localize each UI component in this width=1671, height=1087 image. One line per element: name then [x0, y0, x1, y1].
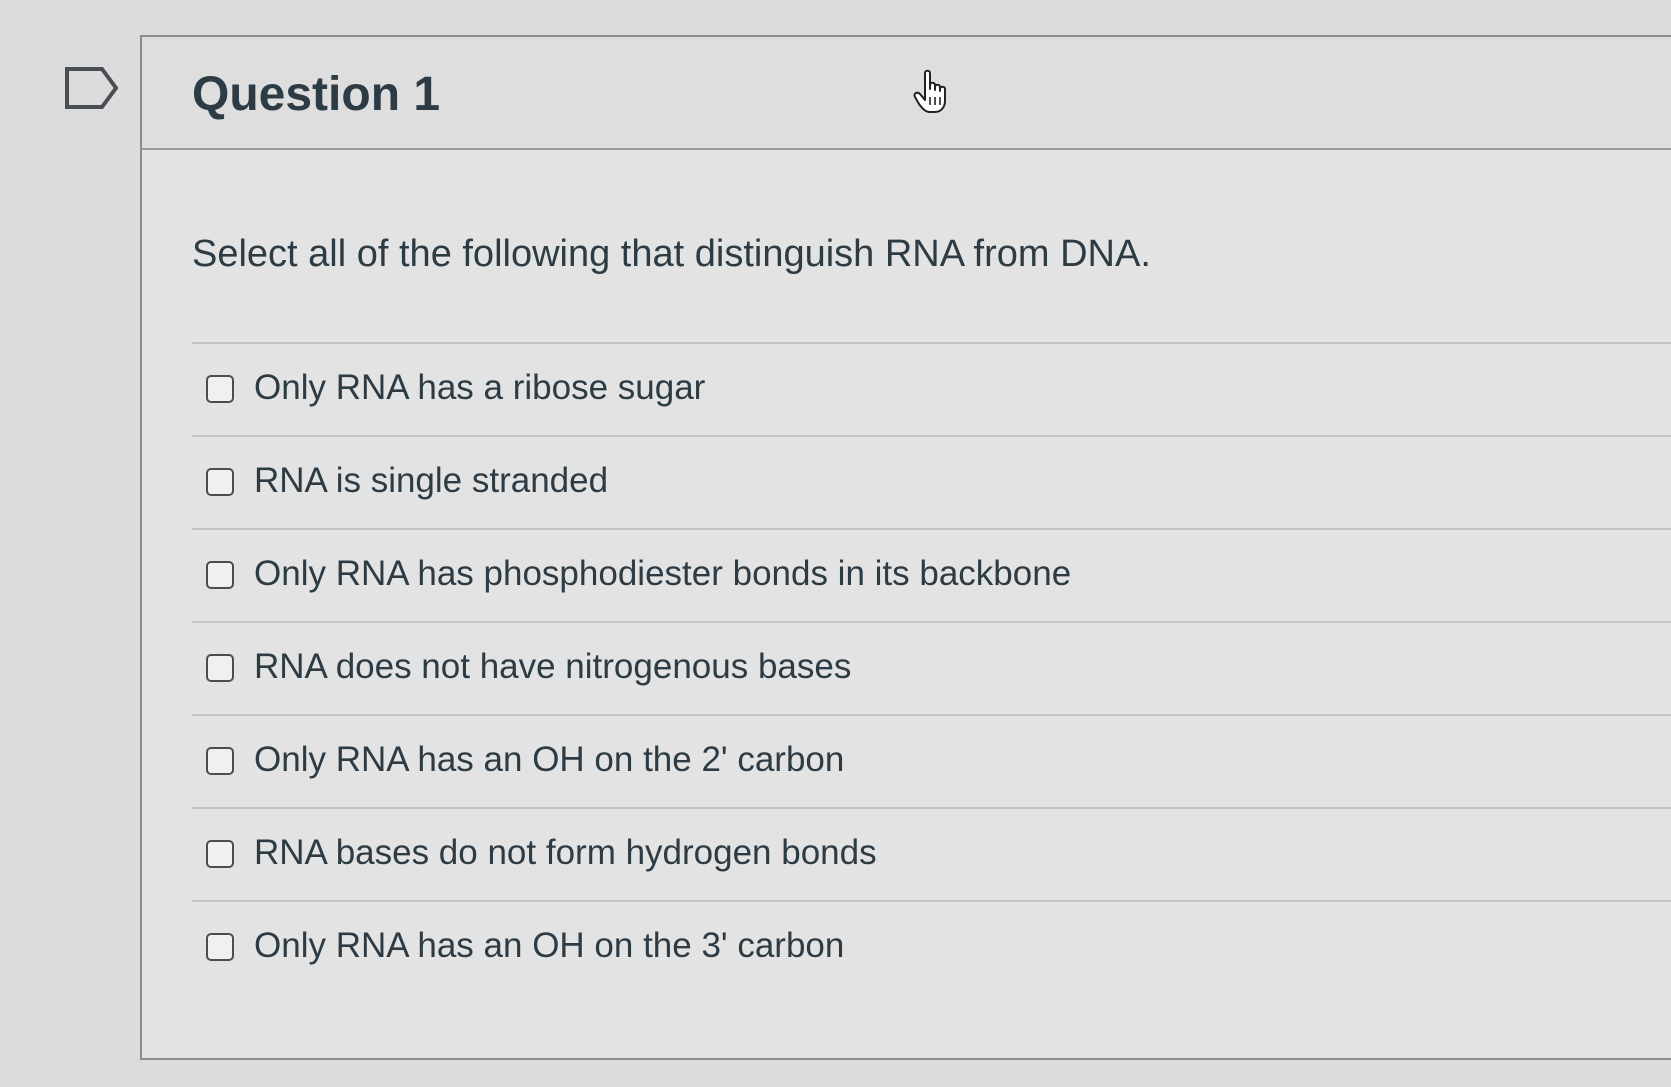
answer-option[interactable]: Only RNA has phosphodiester bonds in its… — [192, 530, 1671, 623]
answer-checkbox[interactable] — [206, 933, 234, 961]
question-prompt: Select all of the following that disting… — [192, 233, 1151, 275]
answer-label[interactable]: RNA is single stranded — [254, 461, 608, 501]
question-card: Question 1 Select all of the following t… — [140, 35, 1671, 1060]
answer-label[interactable]: Only RNA has an OH on the 2' carbon — [254, 740, 844, 780]
answer-option[interactable]: Only RNA has a ribose sugar — [192, 344, 1671, 437]
question-title: Question 1 — [192, 68, 441, 121]
question-header: Question 1 — [142, 37, 1671, 150]
answer-label[interactable]: RNA does not have nitrogenous bases — [254, 647, 851, 687]
answer-checkbox[interactable] — [206, 561, 234, 589]
answer-label[interactable]: Only RNA has a ribose sugar — [254, 368, 705, 408]
answer-option[interactable]: Only RNA has an OH on the 2' carbon — [192, 716, 1671, 809]
answer-label[interactable]: Only RNA has an OH on the 3' carbon — [254, 926, 844, 966]
answer-label[interactable]: Only RNA has phosphodiester bonds in its… — [254, 554, 1071, 594]
hand-pointer-icon — [913, 69, 946, 113]
answer-checkbox[interactable] — [206, 747, 234, 775]
answer-checkbox[interactable] — [206, 654, 234, 682]
flag-question-icon[interactable] — [64, 66, 120, 110]
answer-option[interactable]: Only RNA has an OH on the 3' carbon — [192, 902, 1671, 995]
answer-checkbox[interactable] — [206, 840, 234, 868]
answer-option[interactable]: RNA does not have nitrogenous bases — [192, 623, 1671, 716]
answer-option[interactable]: RNA bases do not form hydrogen bonds — [192, 809, 1671, 902]
answer-checkbox[interactable] — [206, 468, 234, 496]
answer-label[interactable]: RNA bases do not form hydrogen bonds — [254, 833, 877, 873]
answer-option[interactable]: RNA is single stranded — [192, 437, 1671, 530]
answer-checkbox[interactable] — [206, 375, 234, 403]
answer-list: Only RNA has a ribose sugar RNA is singl… — [192, 342, 1671, 995]
